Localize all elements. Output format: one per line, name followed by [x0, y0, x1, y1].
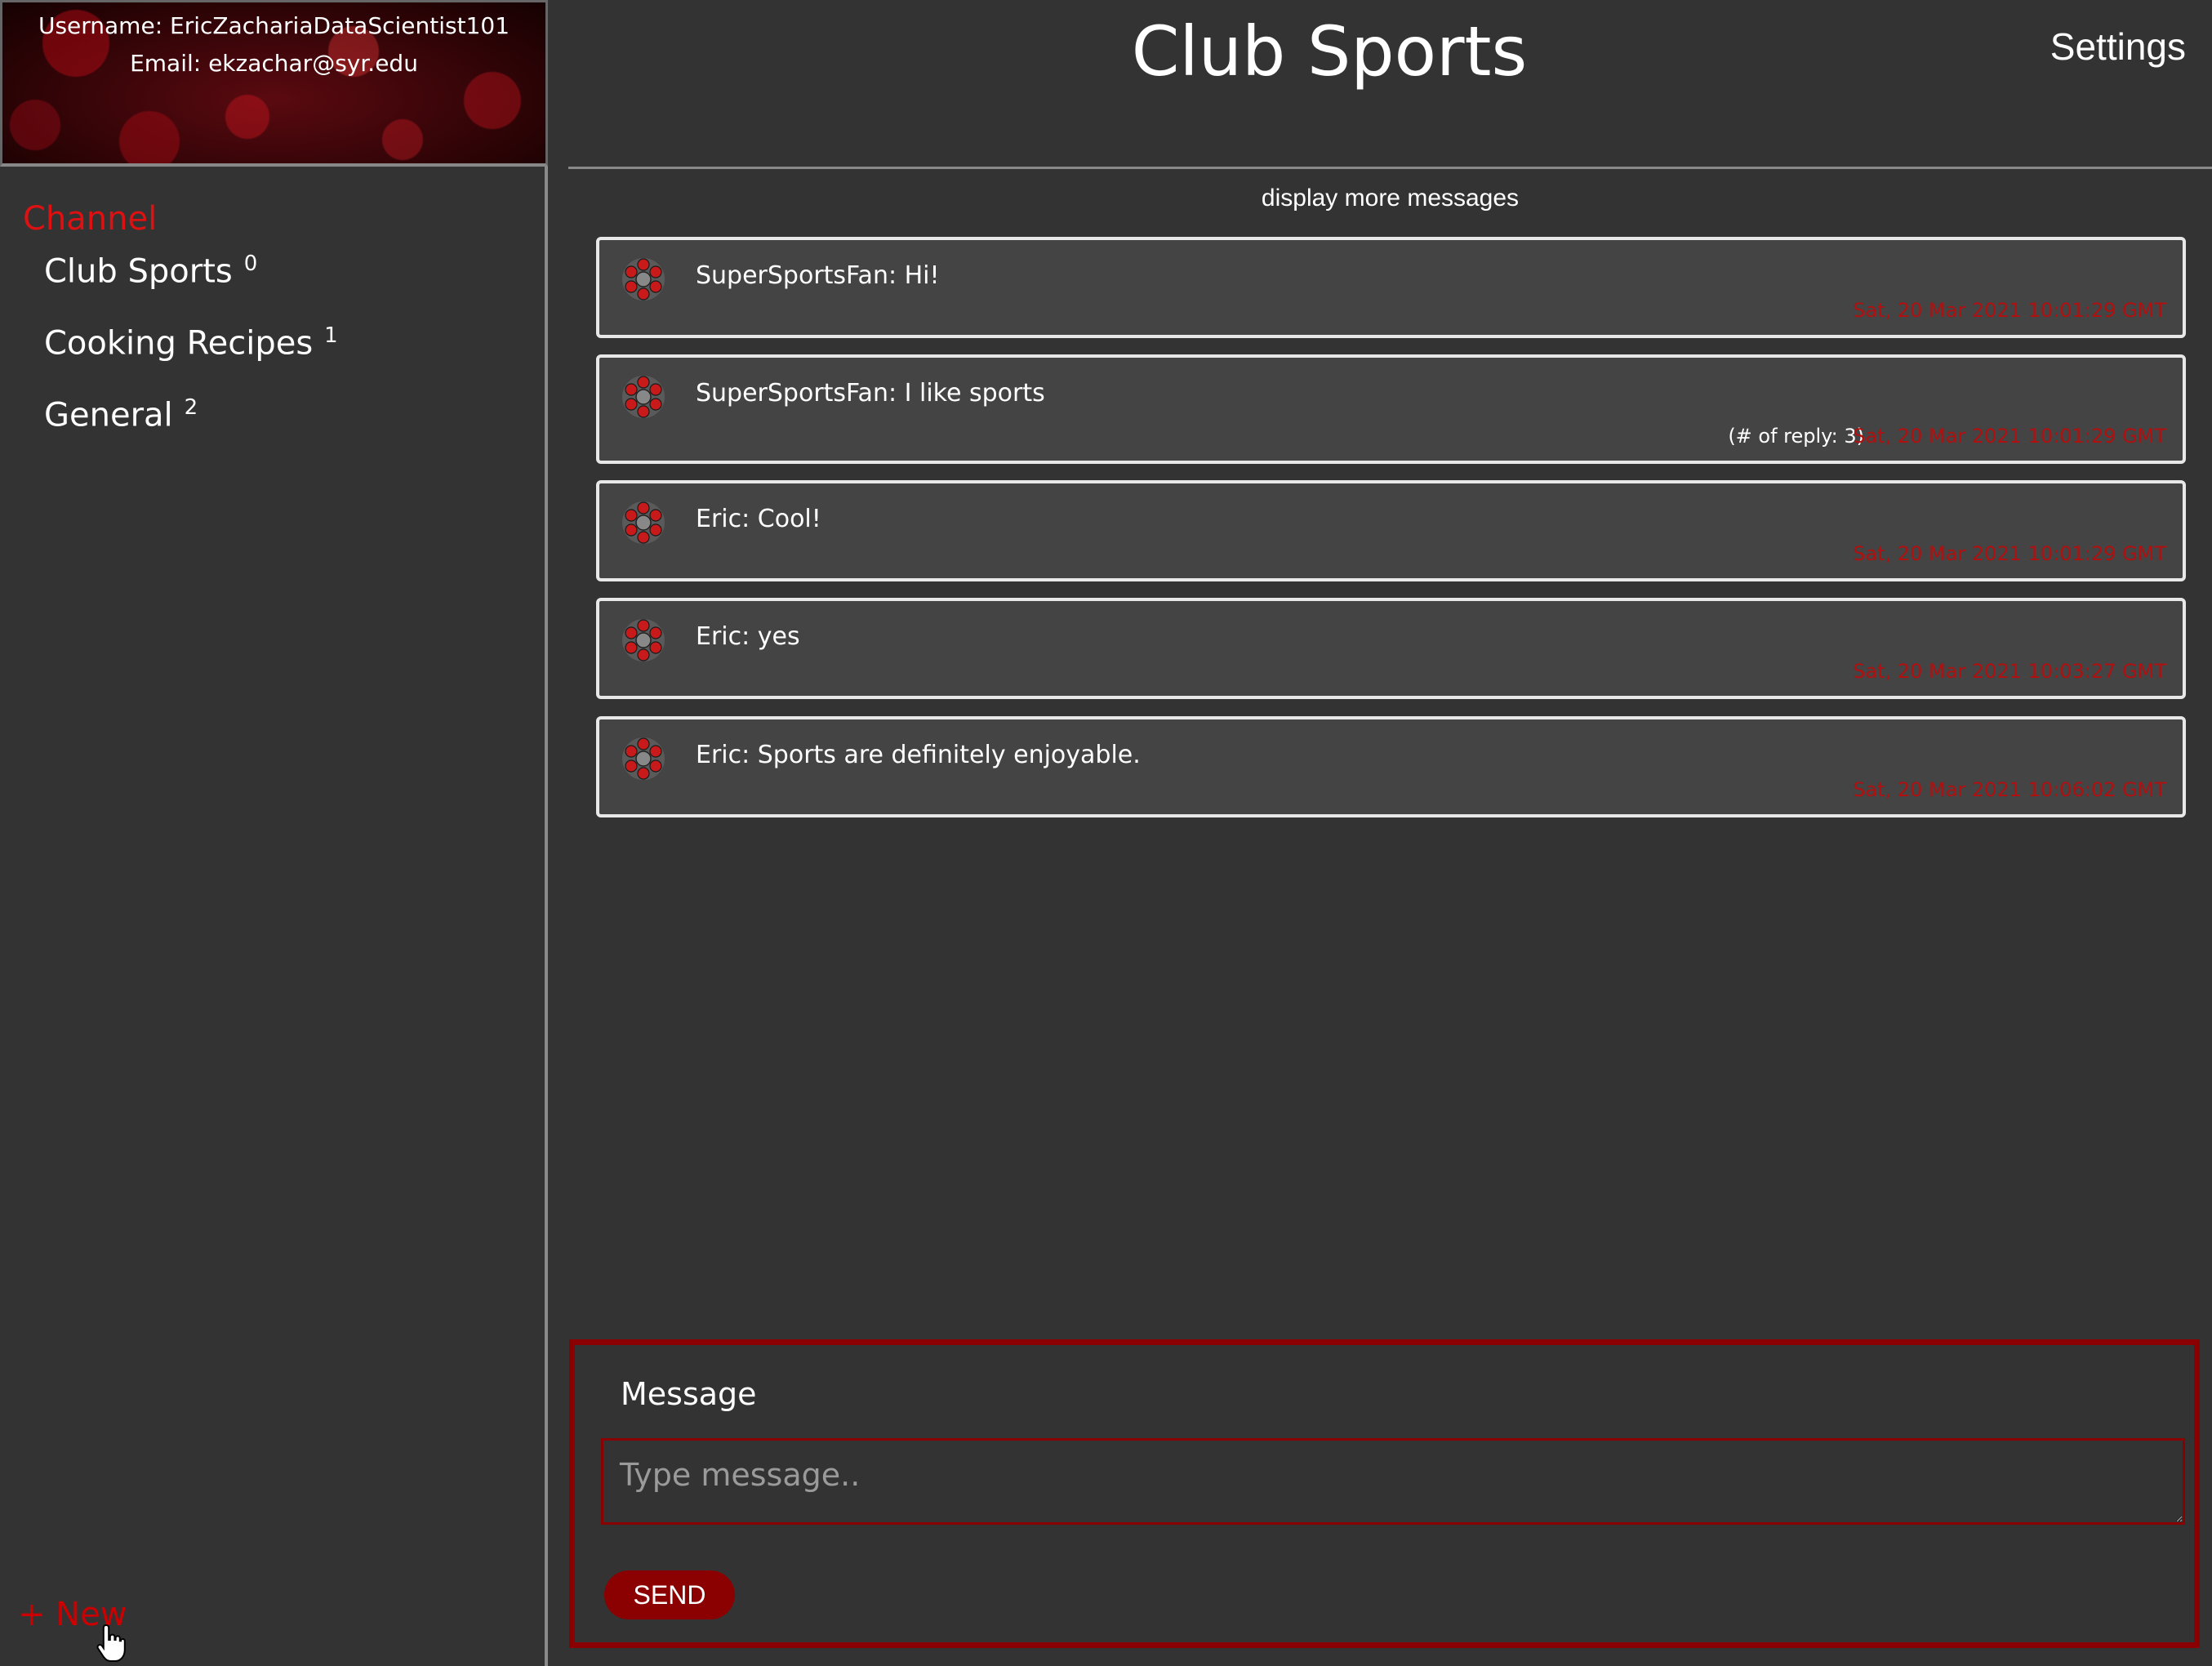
message-timestamp: Sat, 20 Mar 2021 10:03:27 GMT — [1853, 660, 2166, 683]
header-divider — [568, 167, 2212, 169]
message-card[interactable]: Eric: yes Sat, 20 Mar 2021 10:03:27 GMT — [596, 598, 2186, 699]
settings-button[interactable]: Settings — [2050, 24, 2186, 69]
channel-item-label: Club Sports — [44, 252, 233, 291]
avatar-icon — [622, 376, 665, 418]
channel-heading: Channel — [23, 200, 158, 238]
hand-pointer-icon — [96, 1624, 126, 1662]
send-button[interactable]: SEND — [604, 1570, 735, 1619]
message-text: SuperSportsFan: Hi! — [696, 261, 940, 290]
profile-banner: Username: EricZachariaDataScientist101 E… — [0, 0, 548, 167]
message-text: SuperSportsFan: I like sports — [696, 379, 1045, 408]
display-more-messages-link[interactable]: display more messages — [568, 185, 2212, 212]
message-timestamp: Sat, 20 Mar 2021 10:01:29 GMT — [1853, 299, 2166, 322]
message-input[interactable] — [601, 1438, 2185, 1525]
message-card[interactable]: Eric: Sports are definitely enjoyable. S… — [596, 716, 2186, 817]
profile-username: Username: EricZachariaDataScientist101 — [38, 12, 510, 39]
message-card[interactable]: SuperSportsFan: Hi! Sat, 20 Mar 2021 10:… — [596, 237, 2186, 338]
sidebar: Username: EricZachariaDataScientist101 E… — [0, 0, 548, 1666]
channel-unread-count: 2 — [184, 395, 198, 420]
avatar-icon — [622, 258, 665, 301]
channel-unread-count: 1 — [324, 323, 338, 348]
message-card[interactable]: SuperSportsFan: I like sports (# of repl… — [596, 354, 2186, 464]
channel-item-general[interactable]: General 2 — [44, 395, 198, 434]
profile-email: Email: ekzachar@syr.edu — [130, 50, 418, 77]
app-root: Username: EricZachariaDataScientist101 E… — [0, 0, 2212, 1666]
page-title: Club Sports — [1131, 11, 1528, 91]
message-timestamp: Sat, 20 Mar 2021 10:01:29 GMT — [1853, 425, 2166, 448]
channel-item-label: Cooking Recipes — [44, 324, 314, 363]
message-text: Eric: Sports are definitely enjoyable. — [696, 741, 1141, 769]
message-label: Message — [621, 1376, 757, 1412]
avatar-icon — [622, 619, 665, 662]
message-composer: Message SEND — [569, 1339, 2200, 1648]
channel-item-cooking-recipes[interactable]: Cooking Recipes 1 — [44, 323, 338, 362]
message-card[interactable]: Eric: Cool! Sat, 20 Mar 2021 10:01:29 GM… — [596, 480, 2186, 581]
message-timestamp: Sat, 20 Mar 2021 10:06:02 GMT — [1853, 778, 2166, 801]
message-timestamp: Sat, 20 Mar 2021 10:01:29 GMT — [1853, 542, 2166, 565]
message-text: Eric: Cool! — [696, 505, 821, 533]
channel-item-label: General — [44, 396, 173, 434]
message-text: Eric: yes — [696, 622, 800, 651]
avatar-icon — [622, 737, 665, 780]
reply-count-link[interactable]: (# of reply: 3) — [1728, 425, 1864, 448]
channel-unread-count: 0 — [243, 252, 258, 276]
avatar-icon — [622, 501, 665, 544]
channel-item-club-sports[interactable]: Club Sports 0 — [44, 252, 257, 290]
